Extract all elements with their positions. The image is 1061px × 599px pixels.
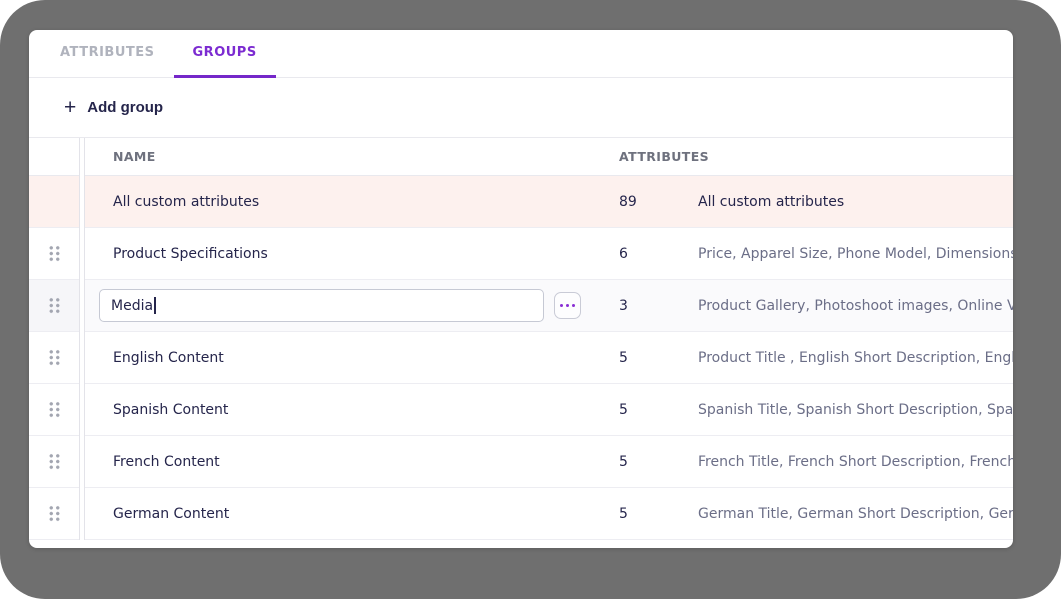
rail-cell [29, 280, 79, 332]
tab-groups[interactable]: GROUPS [174, 30, 276, 78]
attribute-count: 6 [619, 246, 698, 262]
rail-cell [29, 488, 79, 540]
rail-header-spacer [29, 138, 79, 176]
table-body: NAME ATTRIBUTES All custom attributes 89… [84, 138, 1013, 540]
attribute-count: 89 [619, 194, 698, 210]
rail-cell [29, 176, 79, 228]
group-name: Product Specifications [85, 246, 619, 262]
text-cursor [154, 297, 156, 314]
tab-bar: ATTRIBUTES GROUPS [29, 30, 1013, 78]
group-name-input[interactable]: Media [99, 289, 544, 322]
table-row[interactable]: All custom attributes 89 All custom attr… [85, 176, 1013, 228]
attribute-list: Product Title , English Short Descriptio… [698, 350, 1013, 366]
attribute-groups-panel: ATTRIBUTES GROUPS + Add group [29, 30, 1013, 548]
drag-handle-icon[interactable] [48, 401, 61, 418]
table-row[interactable]: English Content 5 Product Title , Englis… [85, 332, 1013, 384]
row-options-button[interactable] [554, 292, 581, 319]
add-group-label: Add group [87, 99, 163, 116]
attribute-count: 3 [619, 298, 698, 314]
table-row[interactable]: German Content 5 German Title, German Sh… [85, 488, 1013, 540]
attribute-list: German Title, German Short Description, … [698, 506, 1013, 522]
rail-cell [29, 228, 79, 280]
drag-handle-icon[interactable] [48, 297, 61, 314]
table-row[interactable]: Product Specifications 6 Price, Apparel … [85, 228, 1013, 280]
rail-cell [29, 436, 79, 488]
attribute-list: Spanish Title, Spanish Short Description… [698, 402, 1013, 418]
column-header-name: NAME [85, 149, 619, 164]
drag-handle-icon[interactable] [48, 349, 61, 366]
column-header-attributes: ATTRIBUTES [619, 149, 709, 164]
attribute-count: 5 [619, 506, 698, 522]
attribute-count: 5 [619, 402, 698, 418]
ellipsis-icon [560, 304, 564, 308]
drag-handle-icon[interactable] [48, 453, 61, 470]
table-row[interactable]: French Content 5 French Title, French Sh… [85, 436, 1013, 488]
attribute-count: 5 [619, 350, 698, 366]
group-name-input-value: Media [111, 298, 153, 314]
group-name: German Content [85, 506, 619, 522]
attribute-list: Price, Apparel Size, Phone Model, Dimens… [698, 246, 1013, 262]
table-header-row: NAME ATTRIBUTES [85, 138, 1013, 176]
rail-cell [29, 384, 79, 436]
group-name: Spanish Content [85, 402, 619, 418]
group-name-edit-cell: Media [85, 289, 619, 322]
groups-table: NAME ATTRIBUTES All custom attributes 89… [29, 138, 1013, 540]
plus-icon: + [64, 97, 76, 118]
groups-toolbar: + Add group [29, 78, 1013, 138]
attribute-list: French Title, French Short Description, … [698, 454, 1013, 470]
attribute-list: All custom attributes [698, 194, 1013, 210]
group-name: English Content [85, 350, 619, 366]
tab-attributes[interactable]: ATTRIBUTES [41, 30, 174, 78]
attribute-list: Product Gallery, Photoshoot images, Onli… [698, 298, 1013, 314]
attribute-count: 5 [619, 454, 698, 470]
rail-cell [29, 332, 79, 384]
table-row-editing[interactable]: Media 3 Product Gallery, Photoshoot imag… [85, 280, 1013, 332]
group-name: All custom attributes [85, 194, 619, 210]
table-row[interactable]: Spanish Content 5 Spanish Title, Spanish… [85, 384, 1013, 436]
drag-rail [29, 138, 80, 540]
add-group-button[interactable]: + Add group [64, 97, 163, 118]
group-name: French Content [85, 454, 619, 470]
window-backdrop: ATTRIBUTES GROUPS + Add group [0, 0, 1061, 599]
drag-handle-icon[interactable] [48, 245, 61, 262]
drag-handle-icon[interactable] [48, 505, 61, 522]
